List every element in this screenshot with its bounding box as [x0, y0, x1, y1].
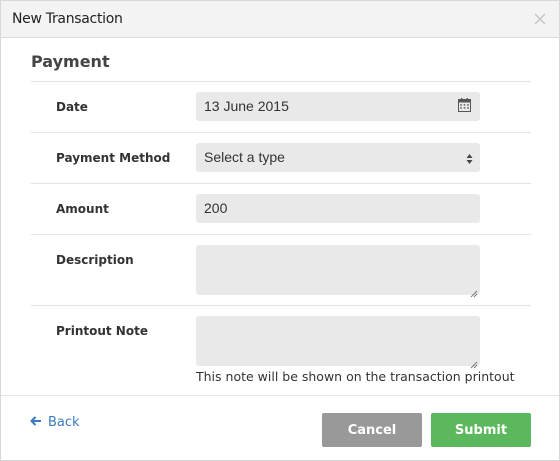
close-icon[interactable]	[531, 10, 549, 28]
divider	[31, 183, 531, 184]
footer-divider	[1, 395, 559, 396]
back-link[interactable]: Back	[30, 415, 80, 430]
divider	[31, 234, 531, 235]
resize-grip-icon[interactable]	[470, 356, 478, 369]
back-label: Back	[48, 415, 80, 430]
divider	[31, 305, 531, 306]
printout-note-label: Printout Note	[56, 324, 148, 338]
cancel-button-label: Cancel	[347, 422, 397, 438]
amount-label: Amount	[56, 202, 109, 216]
modal-title: New Transaction	[12, 11, 123, 27]
cancel-button[interactable]: Cancel	[322, 413, 422, 447]
printout-note-help-text: This note will be shown on the transacti…	[196, 369, 515, 384]
description-textarea[interactable]	[196, 245, 480, 298]
select-arrows-icon	[466, 152, 473, 164]
section-title: Payment	[31, 52, 110, 71]
submit-button[interactable]: Submit	[431, 413, 531, 447]
description-label: Description	[56, 253, 134, 267]
resize-grip-icon[interactable]	[470, 285, 478, 298]
date-value: 13 June 2015	[204, 98, 289, 114]
submit-button-label: Submit	[454, 422, 508, 438]
printout-note-textarea[interactable]	[196, 316, 480, 369]
divider	[31, 132, 531, 133]
new-transaction-modal: New Transaction Payment Date 13 June 201…	[0, 0, 560, 461]
payment-method-value: Select a type	[204, 149, 285, 165]
date-field[interactable]: 13 June 2015	[196, 92, 480, 121]
calendar-icon[interactable]	[458, 98, 471, 112]
arrow-left-icon	[30, 415, 42, 430]
divider	[31, 81, 531, 82]
amount-field[interactable]: 200	[196, 194, 480, 223]
date-label: Date	[56, 100, 88, 114]
payment-method-label: Payment Method	[56, 151, 171, 165]
payment-method-select[interactable]: Select a type	[196, 143, 480, 172]
modal-header: New Transaction	[1, 1, 559, 38]
amount-value: 200	[204, 200, 228, 216]
